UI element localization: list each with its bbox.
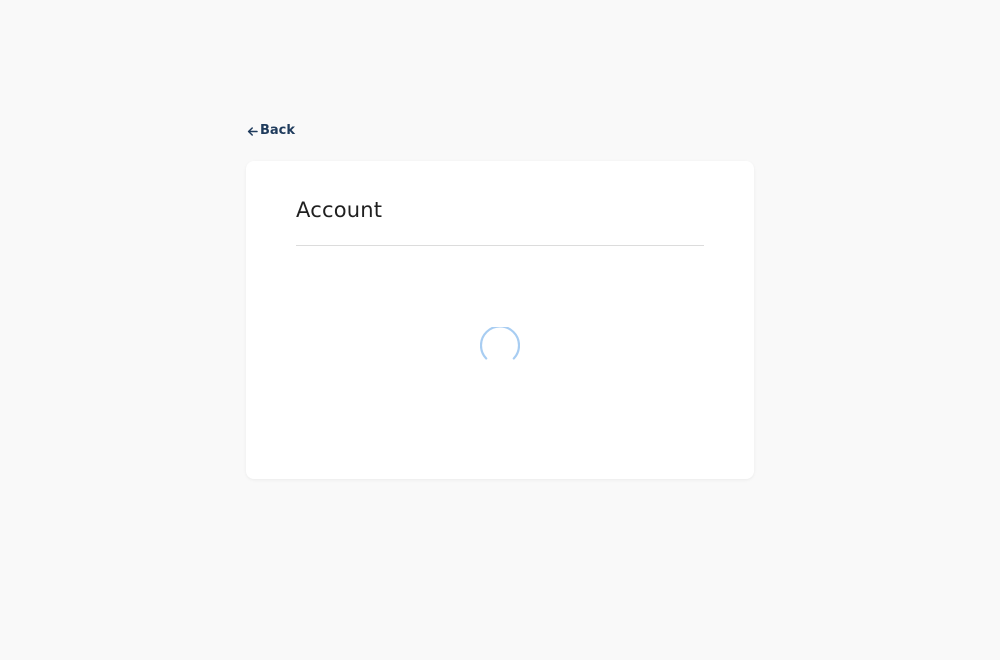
back-link-label: Back [260,123,296,138]
back-link[interactable]: Back [247,122,295,140]
account-card: Account [246,161,754,479]
page-title: Account [296,198,383,222]
page: Back Account [0,0,1000,660]
spinner-icon [479,325,521,367]
arrow-left-icon [247,126,258,137]
title-divider [296,245,704,246]
